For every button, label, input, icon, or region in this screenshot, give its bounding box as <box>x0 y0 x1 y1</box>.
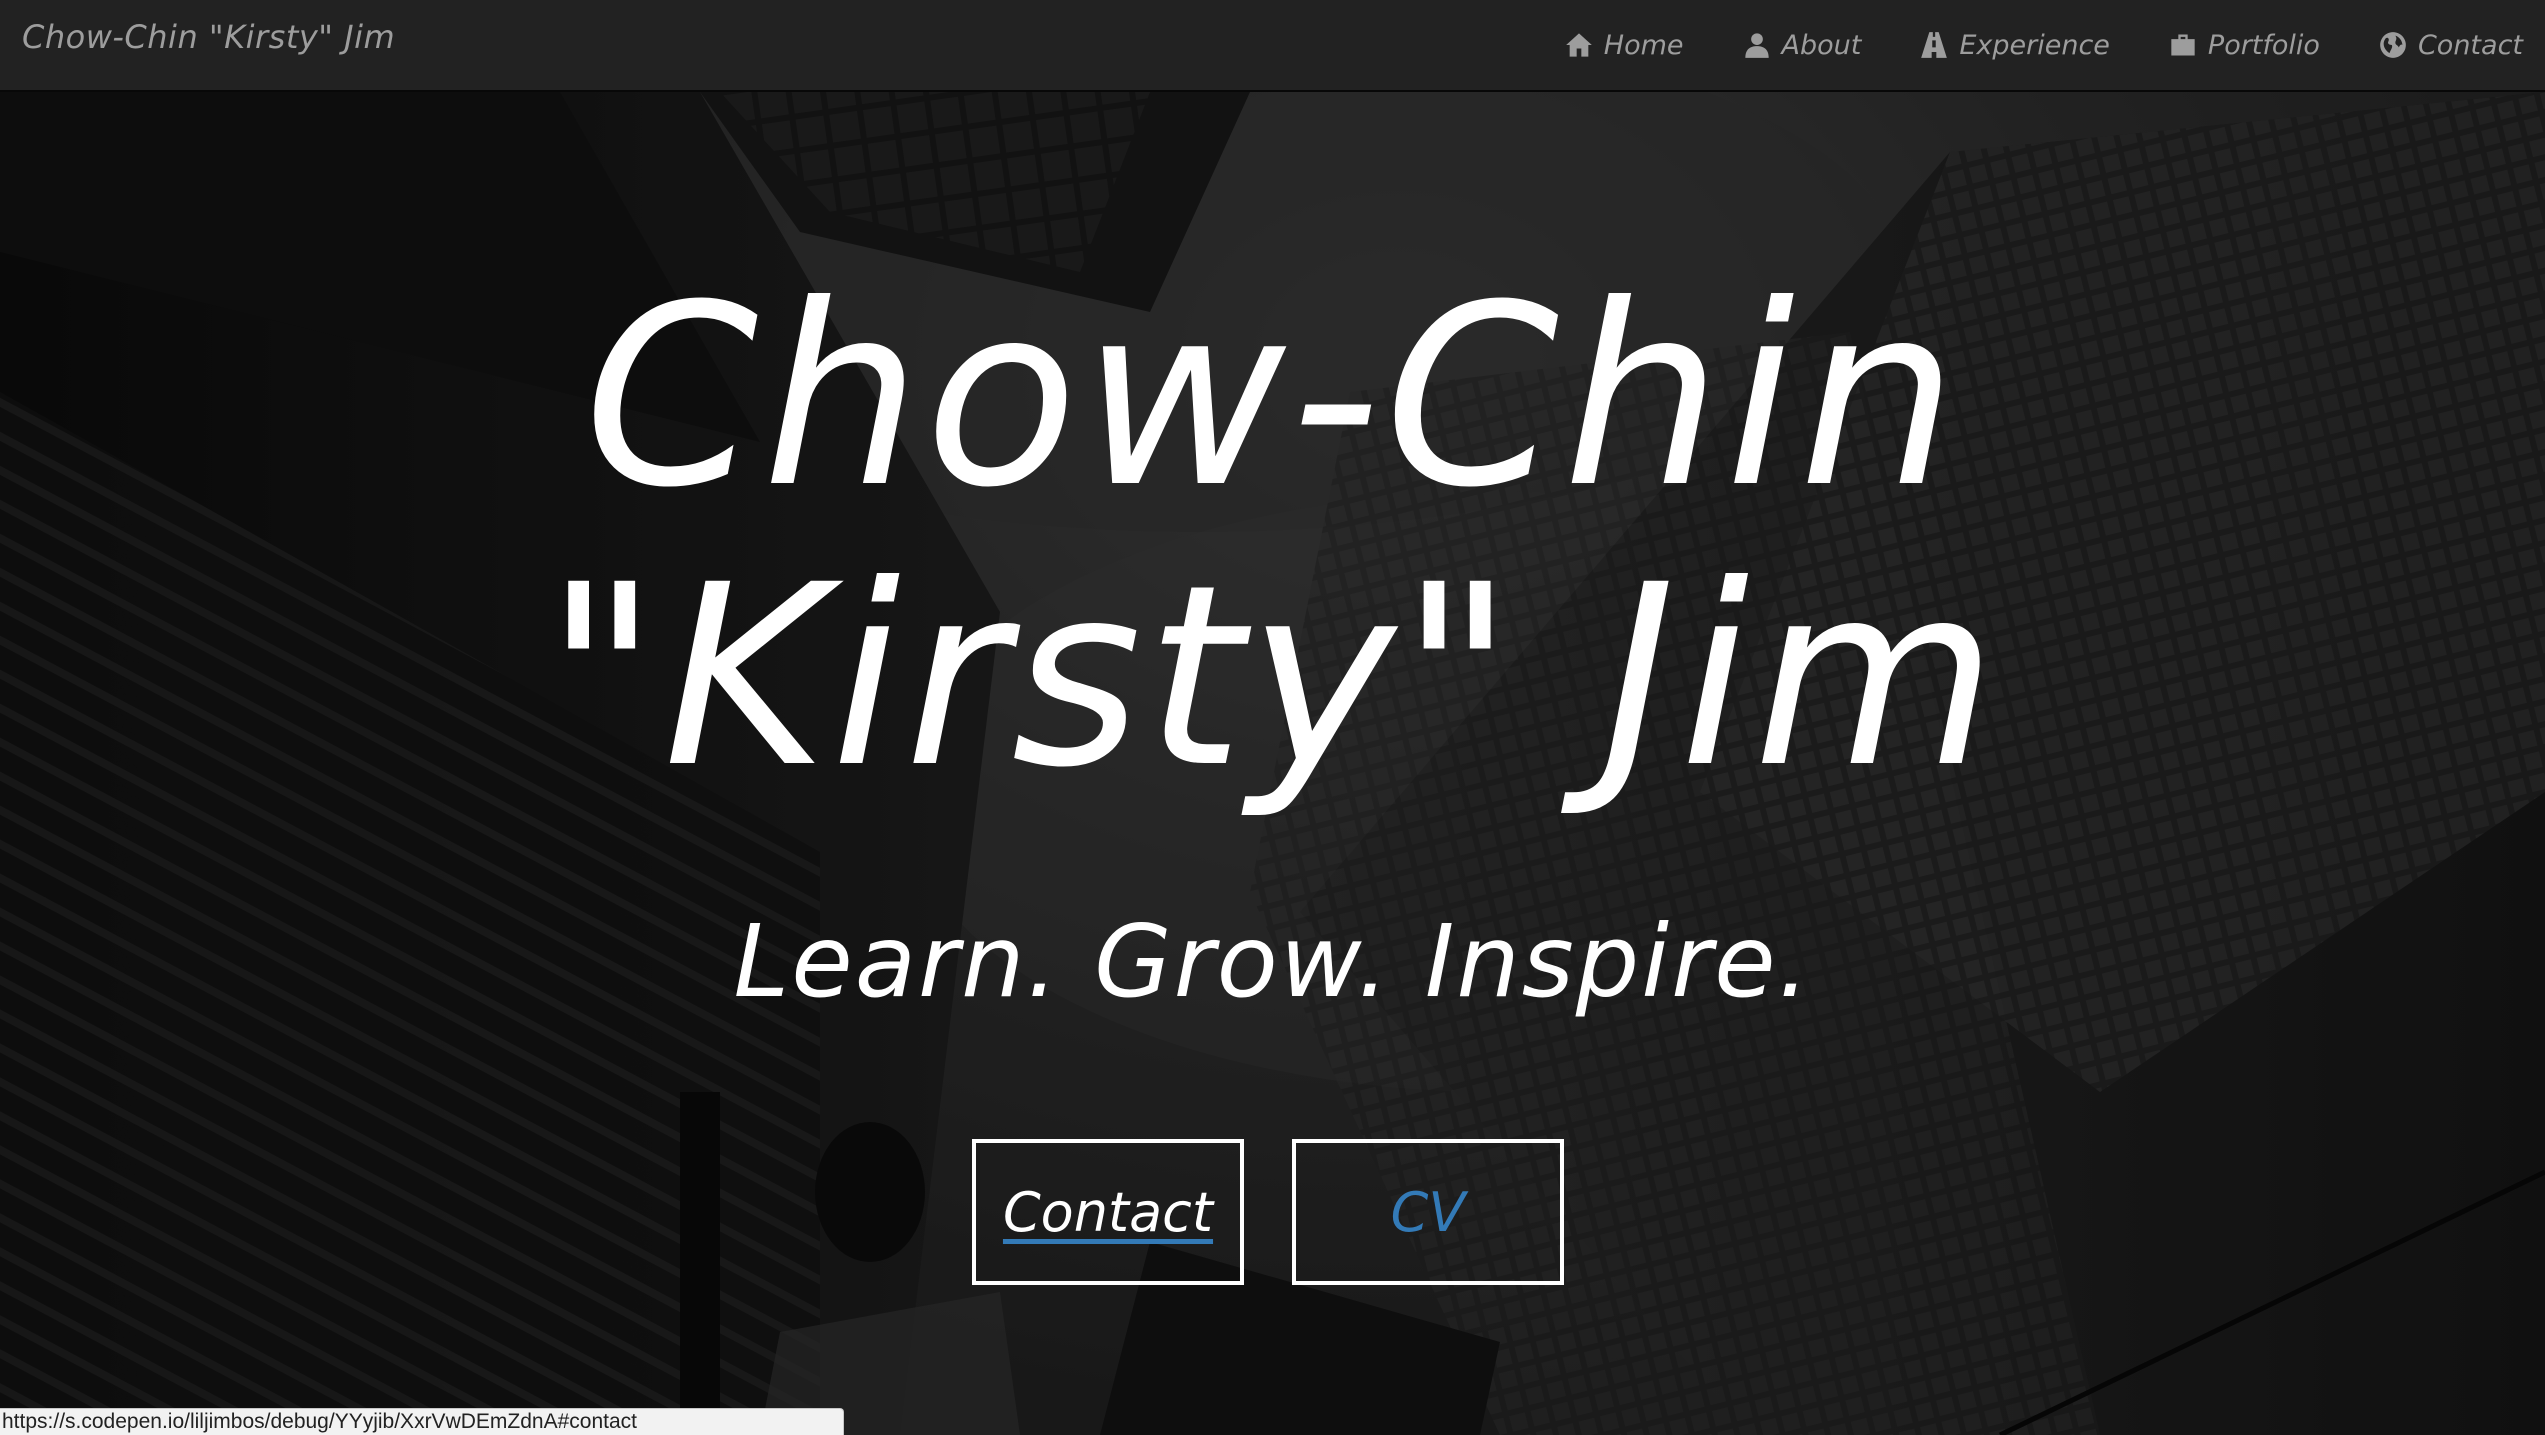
nav-item-label: Contact <box>2417 29 2523 61</box>
nav-item-label: Portfolio <box>2207 29 2320 61</box>
navbar: Chow-Chin "Kirsty" Jim Home About Experi… <box>0 0 2545 92</box>
nav-item-label: About <box>1781 29 1862 61</box>
cv-button[interactable]: CV <box>1292 1139 1564 1285</box>
link-status-bar: https://s.codepen.io/liljimbos/debug/YYy… <box>0 1408 844 1435</box>
user-icon <box>1742 30 1772 60</box>
nav-item-portfolio[interactable]: Portfolio <box>2139 0 2349 90</box>
nav-item-home[interactable]: Home <box>1535 0 1713 90</box>
hero-title-line1: Chow-Chin <box>583 251 1962 542</box>
hero-section: Chow-Chin "Kirsty" Jim Learn. Grow. Insp… <box>0 92 2545 1435</box>
nav-item-experience[interactable]: Experience <box>1890 0 2139 90</box>
briefcase-icon <box>2168 30 2198 60</box>
hero-tagline: Learn. Grow. Inspire. <box>733 903 1812 1020</box>
page: Chow-Chin "Kirsty" Jim Home About Experi… <box>0 0 2545 1435</box>
nav-item-about[interactable]: About <box>1713 0 1891 90</box>
brand-link[interactable]: Chow-Chin "Kirsty" Jim <box>22 18 395 56</box>
nav-item-contact[interactable]: Contact <box>2349 0 2523 90</box>
nav-item-label: Home <box>1603 29 1684 61</box>
contact-button-label: Contact <box>1002 1180 1214 1244</box>
globe-icon <box>2378 30 2408 60</box>
home-icon <box>1564 30 1594 60</box>
nav-item-label: Experience <box>1959 29 2110 61</box>
cv-button-label: CV <box>1390 1180 1466 1244</box>
road-icon <box>1919 30 1949 60</box>
nav-menu: Home About Experience Portfolio Contact <box>1535 0 2523 90</box>
contact-button[interactable]: Contact <box>972 1139 1244 1285</box>
hero-title-line2: "Kirsty" Jim <box>544 531 2001 822</box>
